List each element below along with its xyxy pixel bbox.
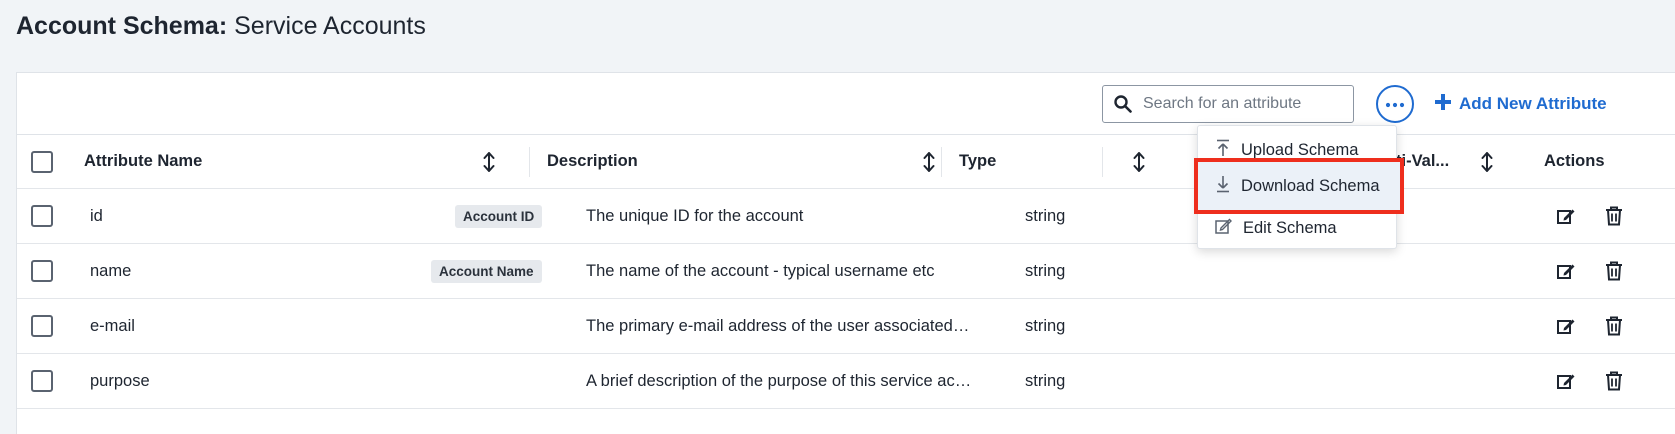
search-input[interactable] [1143, 87, 1343, 121]
attribute-tag: Account ID [455, 204, 543, 228]
trash-icon[interactable] [1605, 371, 1623, 391]
attribute-description: The name of the account - typical userna… [586, 261, 935, 280]
row-checkbox[interactable] [31, 315, 53, 337]
header-actions: Actions [1544, 152, 1605, 170]
page-title: Account Schema: Service Accounts [16, 10, 426, 42]
column-divider [1102, 147, 1103, 177]
attribute-type: string [1025, 371, 1066, 390]
search-box[interactable] [1102, 85, 1354, 123]
attribute-type: string [1025, 261, 1066, 280]
row-checkbox[interactable] [31, 370, 53, 392]
toolbar: Add New Attribute [17, 73, 1675, 135]
sort-attribute-name-icon[interactable] [483, 135, 495, 188]
upload-icon [1215, 139, 1231, 162]
row-checkbox[interactable] [31, 260, 53, 282]
select-all-checkbox[interactable] [31, 150, 53, 173]
menu-item-edit-schema[interactable]: Edit Schema [1198, 209, 1396, 247]
table-row: id Account ID The unique ID for the acco… [17, 189, 1675, 244]
sort-description-icon[interactable] [923, 135, 935, 188]
header-type: Type [959, 152, 997, 170]
attributes-table: Attribute Name Description Type ti-Val..… [17, 135, 1675, 409]
page-title-name: Service Accounts [227, 12, 426, 40]
add-new-attribute-button[interactable]: Add New Attribute [1435, 85, 1607, 123]
trash-icon[interactable] [1605, 206, 1623, 226]
row-checkbox[interactable] [31, 205, 53, 227]
add-new-attribute-label: Add New Attribute [1459, 94, 1607, 113]
attribute-name: name [90, 261, 132, 280]
trash-icon[interactable] [1605, 316, 1623, 336]
table-row: purpose A brief description of the purpo… [17, 354, 1675, 409]
trash-icon[interactable] [1605, 261, 1623, 281]
attribute-type: string [1025, 206, 1066, 225]
attribute-name: purpose [90, 371, 150, 390]
edit-icon[interactable] [1556, 371, 1576, 391]
menu-item-label: Edit Schema [1243, 218, 1337, 237]
more-options-button[interactable] [1376, 85, 1414, 123]
header-description: Description [547, 152, 638, 170]
attribute-name: e-mail [90, 316, 135, 335]
attribute-description: The primary e-mail address of the user a… [586, 316, 972, 335]
menu-item-label: Upload Schema [1241, 140, 1359, 159]
sort-type-icon[interactable] [1133, 135, 1145, 188]
menu-item-label: Download Schema [1241, 176, 1380, 195]
schema-panel: Add New Attribute Attribute Name Descrip… [16, 72, 1675, 434]
header-attribute-name: Attribute Name [84, 152, 203, 170]
edit-icon[interactable] [1556, 206, 1576, 226]
menu-item-download-schema[interactable]: Download Schema [1194, 158, 1404, 214]
attribute-name: id [90, 206, 103, 225]
search-icon [1103, 86, 1143, 122]
column-divider [529, 147, 530, 177]
edit-icon[interactable] [1556, 316, 1576, 336]
column-divider [941, 147, 942, 177]
page-title-prefix: Account Schema: [16, 12, 228, 40]
attribute-type: string [1025, 316, 1066, 335]
header-multi-valued: ti-Val... [1396, 152, 1450, 170]
schema-actions-menu: Upload Schema Download Schema Edit Schem… [1194, 125, 1404, 249]
table-header-row: Attribute Name Description Type ti-Val..… [17, 135, 1675, 189]
edit-icon[interactable] [1556, 261, 1576, 281]
edit-icon [1215, 217, 1233, 240]
attribute-tag: Account Name [431, 259, 542, 283]
table-row: name Account Name The name of the accoun… [17, 244, 1675, 299]
table-row: e-mail The primary e-mail address of the… [17, 299, 1675, 354]
plus-icon [1435, 93, 1451, 115]
attribute-description: The unique ID for the account [586, 206, 804, 225]
sort-multi-valued-icon[interactable] [1481, 135, 1493, 188]
download-icon [1215, 175, 1231, 198]
ellipsis-icon [1385, 95, 1405, 113]
attribute-description: A brief description of the purpose of th… [586, 371, 972, 390]
